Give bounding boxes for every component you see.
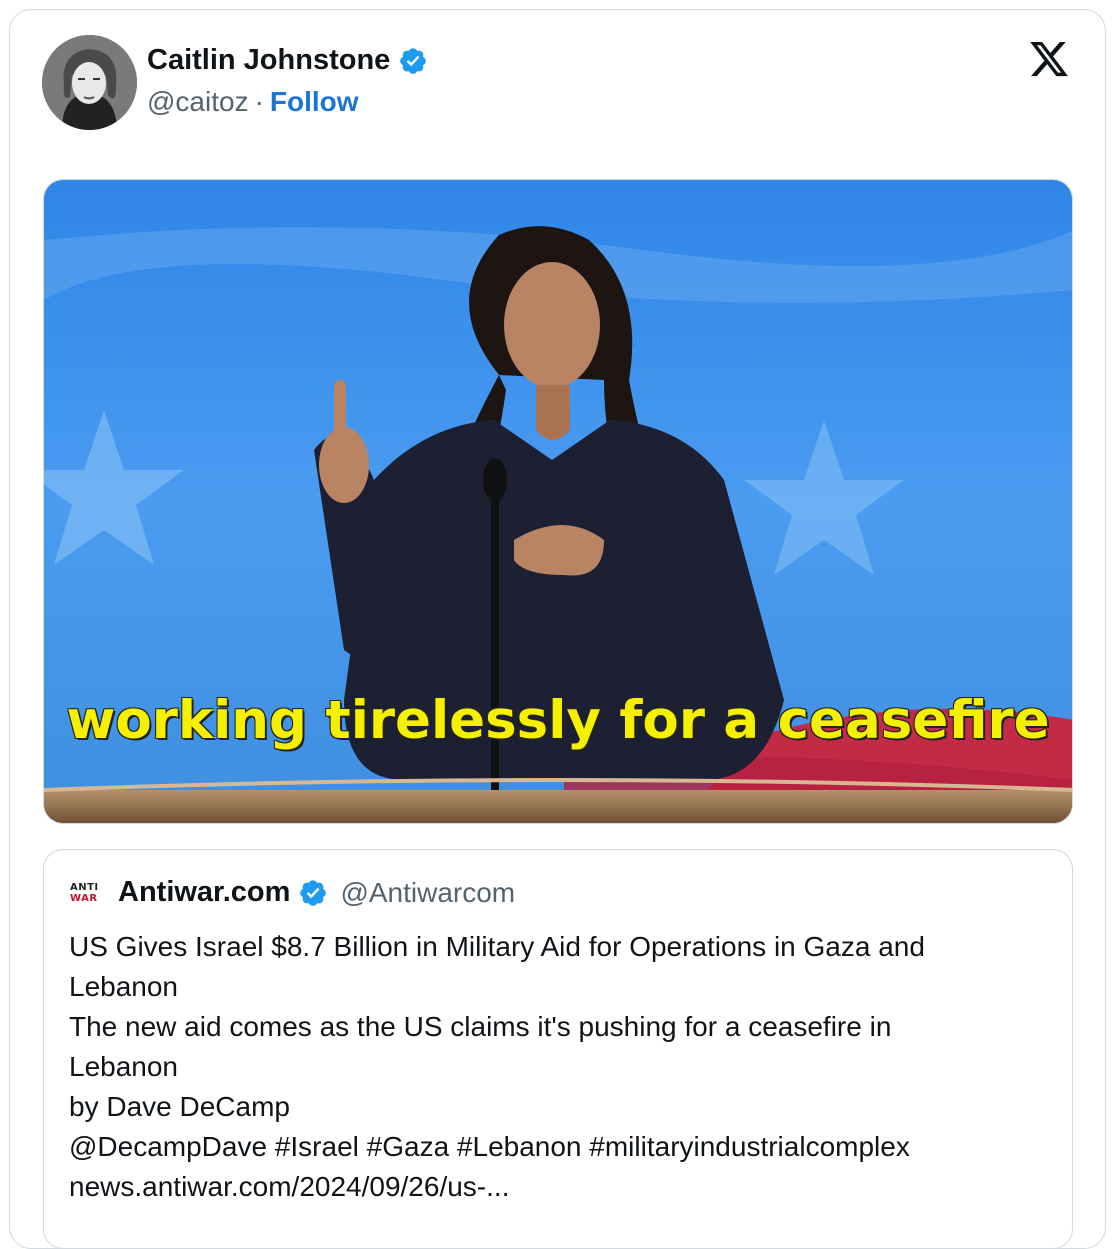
antiwar-logo-icon: ANTI WAR [70, 881, 99, 904]
separator-dot: · [254, 86, 264, 117]
quoted-author-name[interactable]: Antiwar.com [118, 876, 290, 909]
author-handle[interactable]: @caitoz [147, 86, 249, 118]
media-caption: working tirelessly for a ceasefire [66, 690, 1050, 751]
quoted-text-line: Lebanon [69, 1051, 179, 1082]
quoted-text-line: US Gives Israel $8.7 Billion in Military… [69, 931, 925, 962]
handle-row: @caitoz · Follow [147, 86, 359, 118]
tweet-media-image[interactable]: working tirelessly for a ceasefire [43, 179, 1073, 824]
quoted-text-line: Lebanon [69, 971, 179, 1002]
quoted-tweet-text: US Gives Israel $8.7 Billion in Military… [69, 927, 1049, 1207]
verified-badge-icon [300, 879, 327, 906]
quoted-author-row: ANTI WAR Antiwar.com @Antiwarcom [70, 876, 515, 909]
verified-badge-icon [400, 47, 427, 74]
author-avatar[interactable] [42, 35, 137, 130]
quoted-text-line: The new aid comes as the US claims it's … [69, 1011, 892, 1042]
quoted-hashtags-line[interactable]: @DecampDave #Israel #Gaza #Lebanon #mili… [69, 1127, 1049, 1167]
author-row: Caitlin Johnstone [147, 44, 428, 77]
quoted-link[interactable]: news.antiwar.com/2024/09/26/us-... [69, 1167, 1049, 1207]
author-name[interactable]: Caitlin Johnstone [147, 44, 390, 77]
quoted-text-line: by Dave DeCamp [69, 1091, 290, 1122]
quoted-author-handle[interactable]: @Antiwarcom [340, 877, 515, 909]
x-logo-icon[interactable] [1026, 38, 1072, 80]
follow-button[interactable]: Follow [270, 86, 359, 118]
